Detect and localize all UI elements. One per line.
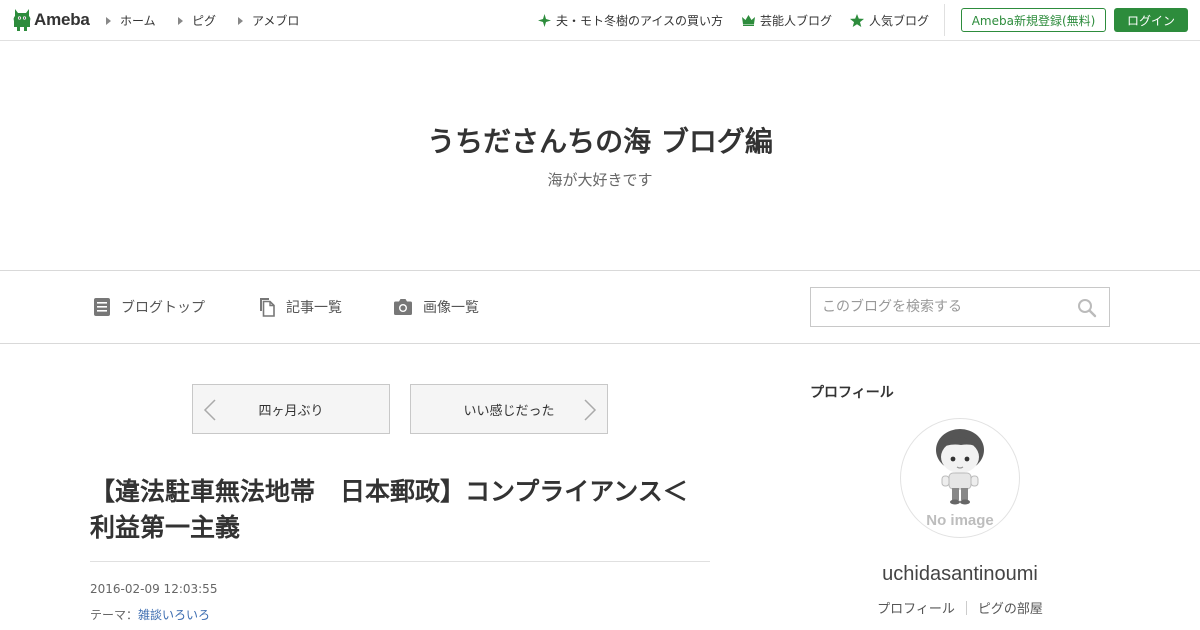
subnav-blog-top[interactable]: ブログトップ [93,297,205,317]
ameba-mascot-icon [13,9,31,31]
logo-text: Ameba [34,10,90,29]
popular-blog-label: 人気ブログ [869,14,930,28]
sparkle-icon [538,14,551,27]
celebrity-blog-label: 芸能人ブログ [760,14,833,28]
avatar-placeholder-text: No image [926,512,994,529]
celebrity-blog-link[interactable]: 芸能人ブログ [742,12,832,29]
nav-ameblo[interactable]: アメブロ [238,12,299,29]
profile-links: プロフィール ピグの部屋 [810,598,1110,617]
nav-home[interactable]: ホーム [106,12,156,29]
nav-pigg-label: ピグ [192,14,217,28]
top-navbar: Ameba ホーム ピグ アメブロ 夫・モト冬樹のアイスの買い方 芸能人ブログ … [0,0,1200,41]
search-icon[interactable] [1077,298,1097,318]
blog-description: 海が大好きです [547,171,653,189]
link-separator [965,600,967,615]
search-input[interactable] [812,289,1062,325]
featured-article-link[interactable]: 夫・モト冬樹のアイスの買い方 [538,12,723,29]
login-button[interactable]: ログイン [1114,8,1188,32]
star-icon [850,14,864,27]
caret-right-icon [178,16,183,25]
crown-icon [742,15,755,26]
camera-icon [394,299,412,315]
prev-article-label: 四ヶ月ぶり [258,403,324,419]
next-article-button[interactable]: いい感じだった [410,384,608,434]
chevron-left-icon [203,399,216,421]
profile-username[interactable]: uchidasantinoumi [810,563,1110,586]
nav-ameblo-label: アメブロ [252,14,300,28]
featured-article-label: 夫・モト冬樹のアイスの買い方 [556,14,724,28]
article-date: 2016-02-09 12:03:55 [90,582,218,596]
nav-pigg[interactable]: ピグ [178,12,216,29]
article-theme: テーマ：雑談いろいろ [90,606,210,623]
subnav-article-list-label: 記事一覧 [286,300,342,316]
blog-subnav: ブログトップ 記事一覧 画像一覧 [0,270,1200,344]
profile-heading: プロフィール [810,385,894,401]
caret-right-icon [106,16,111,25]
subnav-blog-top-label: ブログトップ [121,300,205,316]
document-icon [94,298,110,316]
copy-icon [260,298,275,317]
profile-link[interactable]: プロフィール [877,598,955,617]
blog-search [810,287,1110,327]
pigg-room-link[interactable]: ピグの部屋 [978,598,1043,617]
article-theme-link[interactable]: 雑談いろいろ [138,608,210,622]
avatar[interactable]: No image [900,418,1020,538]
ameba-logo[interactable]: Ameba [12,7,90,33]
header-divider [944,4,945,36]
default-avatar-icon: No image [926,429,994,529]
popular-blog-link[interactable]: 人気ブログ [850,12,929,29]
register-button[interactable]: Ameba新規登録(無料) [961,8,1106,32]
subnav-image-list[interactable]: 画像一覧 [393,297,479,317]
subnav-image-list-label: 画像一覧 [423,300,479,316]
nav-home-label: ホーム [120,14,156,28]
article-title[interactable]: 【違法駐車無法地帯 日本郵政】コンプライアンス＜利益第一主義 [90,474,710,546]
article-theme-prefix: テーマ： [90,608,139,622]
next-article-label: いい感じだった [463,403,555,419]
blog-title[interactable]: うちださんちの海 ブログ編 [0,120,1200,160]
caret-right-icon [238,16,243,25]
article-divider [90,561,710,562]
chevron-right-icon [584,399,597,421]
prev-article-button[interactable]: 四ヶ月ぶり [192,384,390,434]
subnav-article-list[interactable]: 記事一覧 [258,297,342,317]
